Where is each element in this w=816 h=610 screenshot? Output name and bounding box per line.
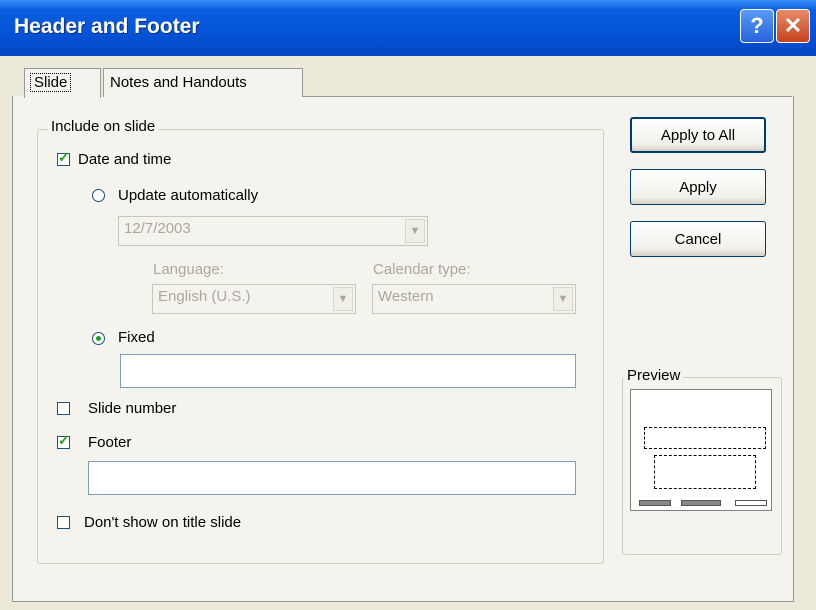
preview-date-bar [639,500,671,506]
slide-number-label: Slide number [88,400,177,417]
tab-slide-label: Slide [29,73,72,92]
date-time-label: Date and time [78,151,172,168]
cancel-button[interactable]: Cancel [630,221,766,257]
slide-number-checkbox[interactable] [57,402,70,415]
preview-legend: Preview [624,367,684,384]
preview-slide [630,389,772,511]
tab-panel-top-border [303,96,792,97]
close-button[interactable]: ✕ [776,9,810,43]
footer-input[interactable] [88,461,576,495]
dont-show-title-slide-label: Don't show on title slide [84,514,242,531]
chevron-down-icon[interactable]: ▼ [405,219,425,243]
footer-label: Footer [88,434,132,451]
tab-slide[interactable]: Slide [24,68,101,98]
tab-notes-and-handouts[interactable]: Notes and Handouts [103,68,303,97]
dialog-client: Slide Notes and Handouts Include on slid… [0,56,816,610]
preview-title-placeholder [644,427,766,449]
apply-to-all-button[interactable]: Apply to All [630,117,766,153]
dont-show-title-slide-checkbox[interactable] [57,516,70,529]
language-combo[interactable]: English (U.S.) ▼ [152,284,356,314]
fixed-radio[interactable] [92,332,105,345]
preview-group: Preview [622,367,782,555]
fixed-date-input[interactable] [120,354,576,388]
update-automatically-radio[interactable] [92,189,105,202]
calendar-type-value: Western [378,288,434,305]
title-bar: Header and Footer ? ✕ [0,0,816,56]
date-time-checkbox[interactable] [57,149,70,166]
apply-button[interactable]: Apply [630,169,766,205]
calendar-type-label: Calendar type: [373,261,471,278]
preview-body-placeholder [654,455,756,489]
footer-checkbox[interactable] [57,432,70,449]
chevron-down-icon[interactable]: ▼ [333,287,353,311]
update-automatically-label: Update automatically [118,187,259,204]
include-on-slide-legend: Include on slide [48,118,159,135]
language-label: Language: [153,261,224,278]
preview-footer-bar [681,500,721,506]
calendar-type-combo[interactable]: Western ▼ [372,284,576,314]
chevron-down-icon[interactable]: ▼ [553,287,573,311]
tab-notes-label: Notes and Handouts [110,74,247,91]
fixed-label: Fixed [118,329,155,346]
date-format-value: 12/7/2003 [124,220,191,237]
help-button[interactable]: ? [740,9,774,43]
preview-number-bar [735,500,767,506]
date-format-combo[interactable]: 12/7/2003 ▼ [118,216,428,246]
window-title: Header and Footer [14,15,200,38]
language-value: English (U.S.) [158,288,251,305]
